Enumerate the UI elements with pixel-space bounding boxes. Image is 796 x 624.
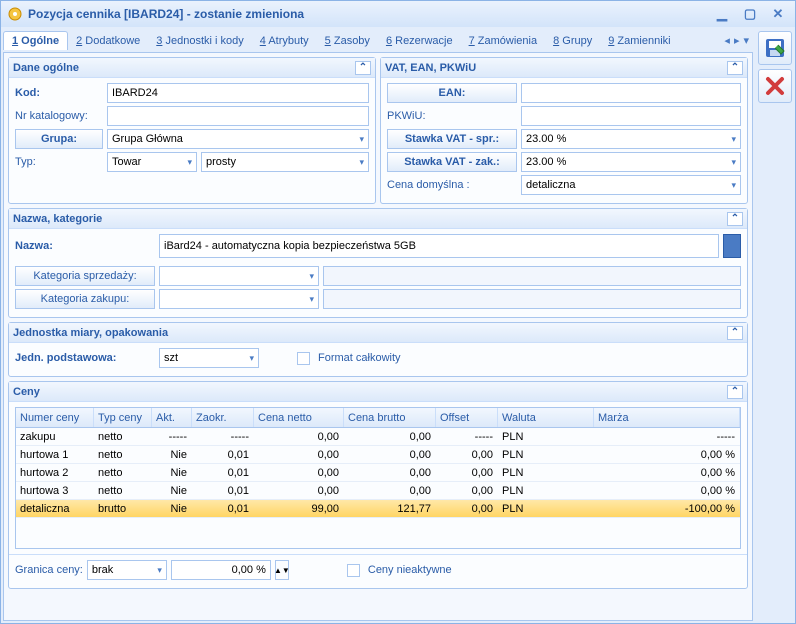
tabstrip: 1 Ogólne2 Dodatkowe3 Jednostki i kody4 A… <box>3 29 753 53</box>
grupa-button[interactable]: Grupa: <box>15 129 103 149</box>
nazwa-input[interactable]: iBard24 - automatyczna kopia bezpieczeńs… <box>159 234 719 258</box>
app-icon <box>7 6 23 22</box>
nkat-label: Nr katalogowy: <box>15 110 103 122</box>
domyslna-combo[interactable]: detaliczna▾ <box>521 175 741 195</box>
typ2-combo[interactable]: prosty▾ <box>201 152 369 172</box>
nazwa-expand-button[interactable] <box>723 234 741 258</box>
window-title: Pozycja cennika [IBARD24] - zostanie zmi… <box>28 7 304 21</box>
domyslna-label: Cena domyślna : <box>387 179 517 191</box>
vatzak-button[interactable]: Stawka VAT - zak.: <box>387 152 517 172</box>
table-row[interactable]: detalicznabruttoNie0,0199,00121,770,00PL… <box>16 500 740 518</box>
collapse-icon[interactable]: ⌃ <box>727 61 743 75</box>
panel-jednostka: Jednostka miary, opakowania ⌃ Jedn. pods… <box>8 322 748 377</box>
jedn-combo[interactable]: szt▾ <box>159 348 259 368</box>
cancel-button[interactable] <box>758 69 792 103</box>
jedn-label: Jedn. podstawowa: <box>15 352 155 364</box>
save-button[interactable] <box>758 31 792 65</box>
kspr-combo[interactable]: ▾ <box>159 266 319 286</box>
col-header[interactable]: Cena netto <box>254 408 344 427</box>
collapse-icon[interactable]: ⌃ <box>727 212 743 226</box>
vatspr-button[interactable]: Stawka VAT - spr.: <box>387 129 517 149</box>
nazwa-label: Nazwa: <box>15 240 155 252</box>
tab-prev-icon[interactable]: ◂ <box>724 34 730 47</box>
kzak-button[interactable]: Kategoria zakupu: <box>15 289 155 309</box>
ean-button[interactable]: EAN: <box>387 83 517 103</box>
kspr-button[interactable]: Kategoria sprzedaży: <box>15 266 155 286</box>
granica-pct[interactable] <box>171 560 271 580</box>
panel-title: Jednostka miary, opakowania <box>13 327 168 339</box>
table-row[interactable]: hurtowa 1nettoNie0,010,000,000,00PLN0,00… <box>16 446 740 464</box>
granica-combo[interactable]: brak▾ <box>87 560 167 580</box>
tab-5[interactable]: 6 Rezerwacje <box>378 32 461 50</box>
kod-label: Kod: <box>15 87 103 99</box>
grupa-combo[interactable]: Grupa Główna▾ <box>107 129 369 149</box>
table-row[interactable]: hurtowa 2nettoNie0,010,000,000,00PLN0,00… <box>16 464 740 482</box>
tab-4[interactable]: 5 Zasoby <box>317 32 378 50</box>
format-label: Format całkowity <box>318 352 401 364</box>
col-header[interactable]: Numer ceny <box>16 408 94 427</box>
panel-vat: VAT, EAN, PKWiU ⌃ EAN: PKWiU: <box>380 57 748 204</box>
tab-next-icon[interactable]: ▸ <box>734 34 740 47</box>
format-checkbox[interactable] <box>297 352 314 365</box>
table-row[interactable]: zakupunetto----------0,000,00-----PLN---… <box>16 428 740 446</box>
tab-6[interactable]: 7 Zamówienia <box>461 32 545 50</box>
pkwiu-label: PKWiU: <box>387 110 517 122</box>
tab-menu-icon[interactable]: ▾ <box>743 34 749 47</box>
col-header[interactable]: Offset <box>436 408 498 427</box>
minimize-button[interactable]: ▁ <box>711 6 733 22</box>
col-header[interactable]: Akt. <box>152 408 192 427</box>
col-header[interactable]: Typ ceny <box>94 408 152 427</box>
ean-input[interactable] <box>521 83 741 103</box>
nieakt-checkbox[interactable] <box>347 564 364 577</box>
nkat-input[interactable] <box>107 106 369 126</box>
window: Pozycja cennika [IBARD24] - zostanie zmi… <box>0 0 796 624</box>
panel-title: Ceny <box>13 386 40 398</box>
collapse-icon[interactable]: ⌃ <box>727 326 743 340</box>
pkwiu-input[interactable] <box>521 106 741 126</box>
tab-3[interactable]: 4 Atrybuty <box>252 32 317 50</box>
tab-2[interactable]: 3 Jednostki i kody <box>148 32 251 50</box>
typ-combo[interactable]: Towar▾ <box>107 152 197 172</box>
nieakt-label: Ceny nieaktywne <box>368 564 452 576</box>
panel-title: Nazwa, kategorie <box>13 213 102 225</box>
granica-label: Granica ceny: <box>15 564 83 576</box>
kod-input[interactable] <box>107 83 369 103</box>
close-button[interactable]: ✕ <box>767 6 789 22</box>
tab-8[interactable]: 9 Zamienniki <box>600 32 678 50</box>
panel-ceny: Ceny ⌃ Numer cenyTyp cenyAkt.Zaokr.Cena … <box>8 381 748 589</box>
col-header[interactable]: Marża <box>594 408 740 427</box>
maximize-button[interactable]: ▢ <box>739 6 761 22</box>
col-header[interactable]: Zaokr. <box>192 408 254 427</box>
ceny-table: Numer cenyTyp cenyAkt.Zaokr.Cena nettoCe… <box>15 407 741 549</box>
panel-title: Dane ogólne <box>13 62 79 74</box>
kspr-desc <box>323 266 741 286</box>
tab-1[interactable]: 2 Dodatkowe <box>68 32 148 50</box>
kzak-combo[interactable]: ▾ <box>159 289 319 309</box>
titlebar: Pozycja cennika [IBARD24] - zostanie zmi… <box>1 1 795 27</box>
table-row[interactable]: hurtowa 3nettoNie0,010,000,000,00PLN0,00… <box>16 482 740 500</box>
kzak-desc <box>323 289 741 309</box>
col-header[interactable]: Cena brutto <box>344 408 436 427</box>
panel-dane-ogolne: Dane ogólne ⌃ Kod: Nr katalogowy: <box>8 57 376 204</box>
vatspr-combo[interactable]: 23.00 %▾ <box>521 129 741 149</box>
col-header[interactable]: Waluta <box>498 408 594 427</box>
vatzak-combo[interactable]: 23.00 %▾ <box>521 152 741 172</box>
panel-title: VAT, EAN, PKWiU <box>385 62 476 74</box>
tab-0[interactable]: 1 Ogólne <box>3 31 68 50</box>
panel-nazwa: Nazwa, kategorie ⌃ Nazwa: iBard24 - auto… <box>8 208 748 318</box>
spinner[interactable]: ▲▼ <box>275 560 289 580</box>
typ-label: Typ: <box>15 156 103 168</box>
collapse-icon[interactable]: ⌃ <box>355 61 371 75</box>
collapse-icon[interactable]: ⌃ <box>727 385 743 399</box>
tab-7[interactable]: 8 Grupy <box>545 32 600 50</box>
